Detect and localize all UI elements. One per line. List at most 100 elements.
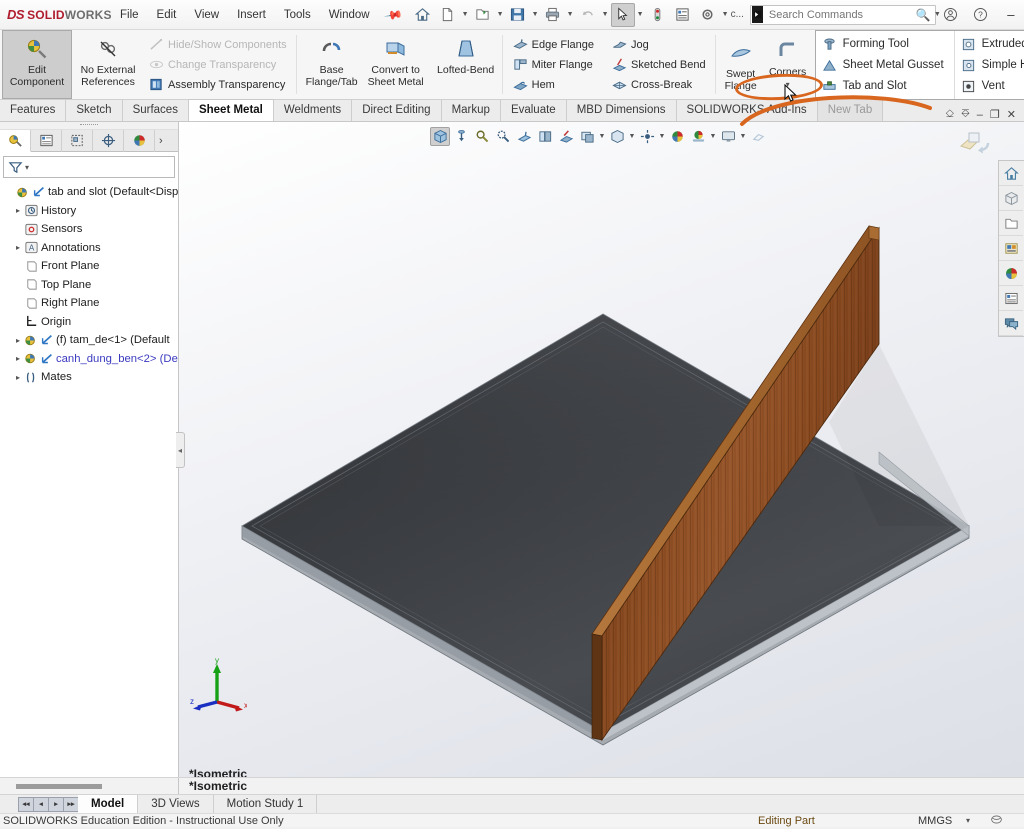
tab-features[interactable]: Features [0, 99, 67, 121]
filter-caret-icon[interactable]: ▾ [25, 163, 29, 172]
dimxpert-manager-tab[interactable] [93, 129, 124, 152]
assembly-transparency-button[interactable]: Assembly Transparency [146, 75, 292, 95]
search-input[interactable] [763, 7, 913, 22]
qat-overflow-label[interactable]: c... [731, 9, 744, 20]
view-palette-icon[interactable] [999, 236, 1023, 261]
menu-item-tools[interactable]: Tools [276, 5, 319, 25]
minimize-doc-icon[interactable]: – [975, 109, 985, 121]
units-caret-icon[interactable]: ▾ [966, 816, 970, 825]
restore-doc-icon[interactable]: ❐ [988, 108, 1002, 121]
file-explorer-icon[interactable] [999, 211, 1023, 236]
tree-item-tam-de[interactable]: ▸ (f) tam_de<1> (Default [2, 331, 178, 350]
new-document-caret-icon[interactable]: ▼ [461, 11, 470, 18]
new-document-icon[interactable] [436, 3, 460, 27]
menu-item-insert[interactable]: Insert [229, 5, 274, 25]
vent-menu-item[interactable]: Vent [955, 76, 1024, 97]
bottom-tab-motion-study[interactable]: Motion Study 1 [214, 794, 318, 814]
tab-new-tab[interactable]: New Tab [817, 99, 884, 121]
tree-item-assembly-root[interactable]: tab and slot (Default<Disp [2, 183, 178, 202]
panel-left-icon[interactable]: ⎐ [943, 108, 956, 121]
tab-nav-prev[interactable]: ◂ [33, 796, 49, 812]
tree-item-canh-dung-ben[interactable]: ▸ canh_dung_ben<2> (De [2, 350, 178, 369]
home-icon[interactable] [411, 3, 435, 27]
overlay-icon[interactable] [990, 813, 1003, 829]
menu-item-edit[interactable]: Edit [149, 5, 185, 25]
tab-direct-editing[interactable]: Direct Editing [352, 99, 442, 121]
open-caret-icon[interactable]: ▼ [496, 11, 505, 18]
tab-sketch[interactable]: Sketch [66, 99, 123, 121]
tab-evaluate[interactable]: Evaluate [501, 99, 567, 121]
sheet-metal-gusset-menu-item[interactable]: Sheet Metal Gusset [816, 55, 954, 76]
design-library-icon[interactable] [999, 186, 1023, 211]
tab-and-slot-menu-item[interactable]: Tab and Slot [816, 76, 954, 97]
property-manager-tab[interactable] [31, 129, 62, 152]
tree-twist-tam-de[interactable]: ▸ [12, 336, 24, 345]
units-indicator[interactable]: MMGS [918, 815, 952, 827]
save-icon[interactable] [506, 3, 530, 27]
search-commands-box[interactable]: 🔍 ▼ [749, 4, 941, 25]
rebuild-icon[interactable] [646, 3, 670, 27]
appearances-scenes-icon[interactable] [999, 261, 1023, 286]
feature-manager-tree-tab[interactable] [0, 129, 31, 152]
undo-caret-icon[interactable]: ▼ [601, 11, 610, 18]
feature-manager-collapse-grip[interactable]: ◂ [176, 432, 185, 468]
hide-show-components-button[interactable]: Hide/Show Components [146, 35, 292, 55]
feature-manager-horizontal-scrollbar[interactable] [0, 777, 179, 795]
panel-right-icon[interactable]: ⎑ [959, 108, 972, 121]
tab-nav-last[interactable]: ▸▸ [63, 796, 79, 812]
graphics-viewport[interactable]: ▼ ▼ ▼ ▼ ▼ y x z *Isometric [179, 122, 1024, 777]
options-gear-icon[interactable] [696, 3, 720, 27]
tab-nav-next[interactable]: ▸ [48, 796, 64, 812]
hem-button[interactable]: Hem [510, 75, 599, 95]
tab-solidworks-add-ins[interactable]: SOLIDWORKS Add-Ins [677, 99, 818, 121]
cross-break-button[interactable]: Cross-Break [609, 75, 711, 95]
tab-weldments[interactable]: Weldments [274, 99, 353, 121]
simple-hole-menu-item[interactable]: Simple Hole » [955, 55, 1024, 76]
tree-twist-history[interactable]: ▸ [12, 206, 24, 215]
bottom-tab-model[interactable]: Model [78, 794, 139, 814]
menu-item-file[interactable]: File [112, 5, 147, 25]
sketched-bend-button[interactable]: Sketched Bend [609, 55, 711, 75]
miter-flange-button[interactable]: Miter Flange [510, 55, 599, 75]
tree-item-sensors[interactable]: Sensors [2, 220, 178, 239]
forming-tool-menu-item[interactable]: Forming Tool [816, 34, 954, 55]
display-manager-tab[interactable] [124, 129, 155, 152]
tree-twist-mates[interactable]: ▸ [12, 373, 24, 382]
tree-item-top-plane[interactable]: Top Plane [2, 276, 178, 295]
help-icon[interactable]: ? [966, 1, 996, 29]
save-caret-icon[interactable]: ▼ [531, 11, 540, 18]
tab-markup[interactable]: Markup [442, 99, 501, 121]
menu-item-view[interactable]: View [186, 5, 227, 25]
sheet-metal-assembly-model[interactable] [179, 122, 1024, 777]
search-icon[interactable]: 🔍 [913, 8, 934, 22]
feature-tree-filter[interactable]: ▾ [3, 156, 175, 178]
edit-component-button[interactable]: Edit Component [2, 30, 72, 99]
tab-surfaces[interactable]: Surfaces [123, 99, 189, 121]
feature-manager-expand-chevron-icon[interactable]: › [159, 135, 163, 147]
solidworks-forum-icon[interactable] [999, 311, 1023, 336]
bottom-tab-3d-views[interactable]: 3D Views [138, 794, 214, 814]
tree-item-mates[interactable]: ▸ Mates [2, 368, 178, 387]
corners-button[interactable]: Corners ▾ [765, 30, 811, 99]
undo-icon[interactable] [576, 3, 600, 27]
no-external-references-button[interactable]: No External References [72, 30, 144, 99]
swept-flange-button[interactable]: Swept Flange [717, 30, 765, 99]
jog-button[interactable]: Jog [609, 35, 711, 55]
tree-twist-canh-dung-ben[interactable]: ▸ [12, 354, 24, 363]
options-caret-icon[interactable]: ▼ [721, 11, 730, 18]
extruded-cut-menu-item[interactable]: Extruded Cut [955, 34, 1024, 55]
convert-to-sheet-metal-button[interactable]: Convert to Sheet Metal [360, 30, 432, 99]
tree-item-front-plane[interactable]: Front Plane [2, 257, 178, 276]
menu-item-window[interactable]: Window [321, 5, 378, 25]
print-icon[interactable] [541, 3, 565, 27]
open-folder-icon[interactable] [471, 3, 495, 27]
tab-sheet-metal[interactable]: Sheet Metal [188, 99, 274, 121]
minimize-button[interactable]: – [996, 1, 1024, 29]
tree-twist-annotations[interactable]: ▸ [12, 243, 24, 252]
account-icon[interactable] [936, 1, 966, 29]
tree-item-annotations[interactable]: ▸ A Annotations [2, 239, 178, 258]
tree-item-history[interactable]: ▸ History [2, 202, 178, 221]
solidworks-resources-icon[interactable] [999, 161, 1023, 186]
tab-mbd-dimensions[interactable]: MBD Dimensions [567, 99, 677, 121]
change-transparency-button[interactable]: Change Transparency [146, 55, 292, 75]
